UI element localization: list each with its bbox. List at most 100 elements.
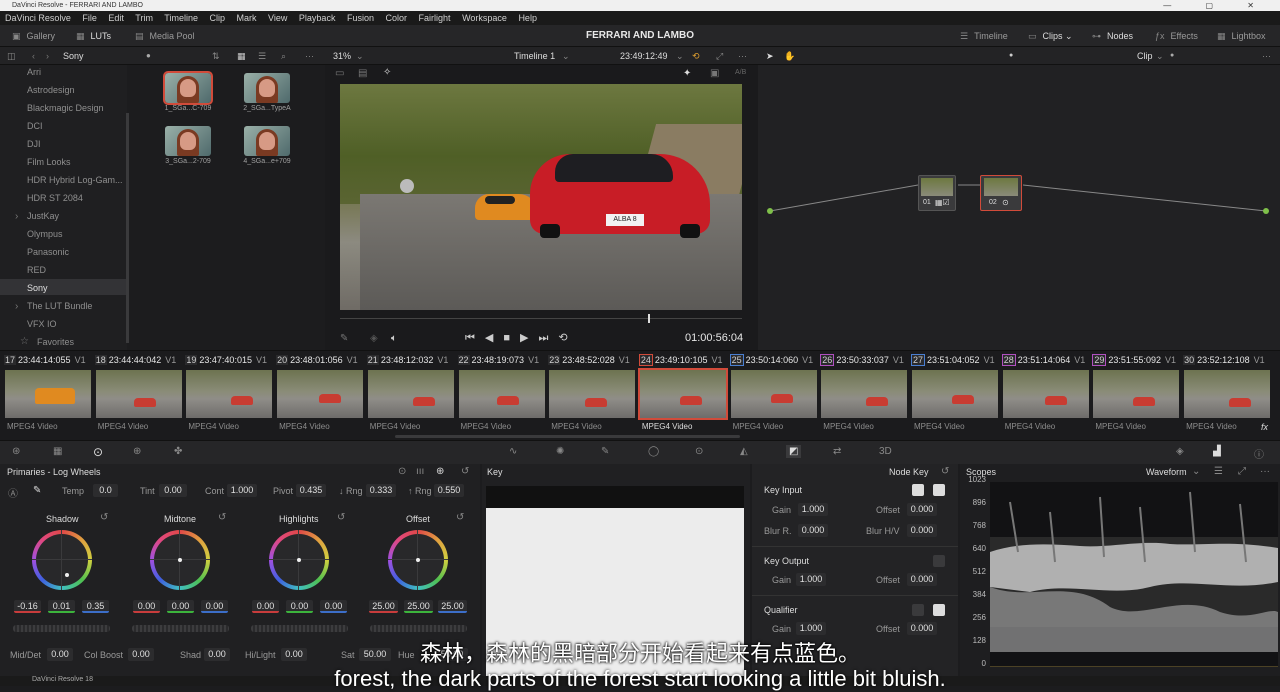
lut-folder-item[interactable]: DCI [27,121,43,131]
color-wheels-icon[interactable]: ⊙ [93,445,103,459]
clip-thumbnail[interactable]: 26 23:50:33:037 V1 MPEG4 Video [820,351,911,439]
pivot-field[interactable]: 0.435 [296,484,326,497]
menu-trim[interactable]: Trim [135,13,153,23]
log-wheels-icon[interactable]: ⊙ [398,466,406,477]
bars-icon[interactable]: ııı [416,466,424,477]
high-range-field[interactable]: 0.550 [434,484,464,497]
midtone-r[interactable]: 0.00 [133,600,160,613]
wheels-view-icon[interactable]: ⊕ [436,466,444,477]
menu-app[interactable]: DaVinci Resolve [5,13,71,23]
blur-icon[interactable]: ◭ [740,446,748,457]
search-icon[interactable]: ⌕ [281,47,286,65]
media-pool-button[interactable]: ▤ Media Pool [135,25,195,47]
clip-thumbnail[interactable]: 28 23:51:14:064 V1 MPEG4 Video [1001,351,1093,439]
info-icon[interactable]: ⓘ [1254,446,1264,461]
menu-mark[interactable]: Mark [237,13,257,23]
color-warper-icon[interactable]: ✺ [556,446,564,457]
menu-workspace[interactable]: Workspace [462,13,507,23]
midtone-puck[interactable] [178,558,182,562]
menu-view[interactable]: View [268,13,287,23]
blur-hv-field[interactable]: 0.000 [907,524,937,537]
lut-folder-item[interactable]: HDR Hybrid Log-Gam... [27,175,123,185]
zoom-chevron-icon[interactable]: ⌄ [356,47,364,65]
zoom-level[interactable]: 31% [333,47,351,65]
shadow-master-wheel[interactable] [13,625,110,632]
offset-puck[interactable] [416,558,420,562]
lut-folder-item[interactable]: RED [27,265,46,275]
shadow-g[interactable]: 0.01 [48,600,75,613]
lut-thumbnail[interactable] [165,126,211,156]
viewer-image[interactable]: ALBA 8 [340,84,742,310]
grid-view-icon[interactable]: ▦ [237,47,246,65]
nodes-more-icon[interactable]: ··· [1262,47,1271,65]
lut-folder-item[interactable]: Film Looks [27,157,71,167]
menu-color[interactable]: Color [386,13,408,23]
forward-icon[interactable]: › [46,47,49,65]
offset-field[interactable]: 0.000 [907,503,937,516]
luts-button[interactable]: ▦ LUTs [76,25,111,47]
3d-icon[interactable]: 3D [879,446,892,457]
tracker-icon[interactable]: ⊙ [695,446,703,457]
scrub-bar[interactable] [340,318,742,319]
qualifier-mask-icon[interactable] [912,604,924,616]
picker-icon[interactable]: ✎ [33,485,41,496]
clip-thumbnail[interactable]: 22 23:48:19:073 V1 MPEG4 Video [457,351,549,439]
highlights-reset-icon[interactable]: ↺ [337,512,345,523]
rgb-mixer-icon[interactable]: ✤ [174,446,182,457]
timeline-button[interactable]: ☰ Timeline [960,25,1008,47]
qualifier-icon[interactable]: ✎ [601,446,609,457]
menu-clip[interactable]: Clip [210,13,226,23]
low-range-field[interactable]: 0.333 [366,484,396,497]
timecode-chevron-icon[interactable]: ⌄ [676,47,684,65]
shadow-b[interactable]: 0.35 [82,600,109,613]
lut-folder-item[interactable]: HDR ST 2084 [27,193,83,203]
clip-thumbnail[interactable]: 27 23:51:04:052 V1 MPEG4 Video [911,351,1002,439]
more-options-icon[interactable]: ··· [305,47,314,65]
mode-chevron-icon[interactable]: ⌄ [1156,47,1164,65]
window-controls[interactable]: — ▢ ✕ [1163,0,1270,11]
lut-folder-item[interactable]: VFX IO [27,319,57,329]
clip-thumbnail[interactable]: 29 23:51:55:092 V1 MPEG4 Video [1092,351,1183,439]
highlight-icon[interactable]: ✦ [683,68,691,79]
timeline-chevron-icon[interactable]: ⌄ [562,47,570,65]
window-icon[interactable]: ◯ [648,446,659,457]
clip-thumbnail[interactable]: 25 23:50:14:060 V1 MPEG4 Video [729,351,821,439]
shadow-reset-icon[interactable]: ↺ [100,512,108,523]
midtone-master-wheel[interactable] [132,625,229,632]
highlights-wheel[interactable] [269,530,329,590]
pointer-tool-icon[interactable]: ➤ [766,47,774,65]
fx-icon[interactable]: fx [1261,422,1268,432]
timeline-selector[interactable]: Timeline 1 [514,47,555,65]
output-offset-field[interactable]: 0.000 [907,573,937,586]
midtone-reset-icon[interactable]: ↺ [218,512,226,523]
auto-balance-icon[interactable]: Ⓐ [8,485,18,500]
hand-tool-icon[interactable]: ✋ [784,47,795,65]
scope-expand-icon[interactable]: ⤢ [1238,466,1246,477]
scope-mode-chevron-icon[interactable]: ⌄ [1192,466,1200,477]
curves-icon[interactable]: ∿ [509,446,517,457]
node-zoom-slider[interactable]: ● [1170,47,1174,65]
node-02[interactable]: 02 ⊙ [980,175,1022,211]
sync-icon[interactable]: ⟲ [692,47,700,65]
color-match-icon[interactable]: ▦ [53,446,62,457]
viewer-more-icon[interactable]: ··· [738,47,747,65]
offset-master-wheel[interactable] [370,625,467,632]
midtone-b[interactable]: 0.00 [201,600,228,613]
key-input-mask-icon[interactable] [912,484,924,496]
clip-thumbnail[interactable]: 20 23:48:01:056 V1 MPEG4 Video [276,351,367,439]
lut-folder-item-selected[interactable]: Sony [27,283,48,293]
lut-folder-item[interactable]: Panasonic [27,247,69,257]
lut-thumbnail[interactable] [163,71,213,105]
tint-field[interactable]: 0.00 [159,484,187,497]
menu-fusion[interactable]: Fusion [347,13,374,23]
key-icon[interactable]: ◩ [786,445,802,458]
sidebar-toggle-icon[interactable]: ◫ [7,47,16,65]
highlights-b[interactable]: 0.00 [320,600,347,613]
qualifier-offset-field[interactable]: 0.000 [907,622,937,635]
lut-folder-item[interactable]: DJI [27,139,41,149]
sizing-icon[interactable]: ⇄ [833,446,841,457]
highlights-puck[interactable] [297,558,301,562]
clips-scrollbar[interactable] [395,435,740,438]
offset-r[interactable]: 25.00 [369,600,398,613]
expand-chevron-icon[interactable]: › [15,211,18,222]
